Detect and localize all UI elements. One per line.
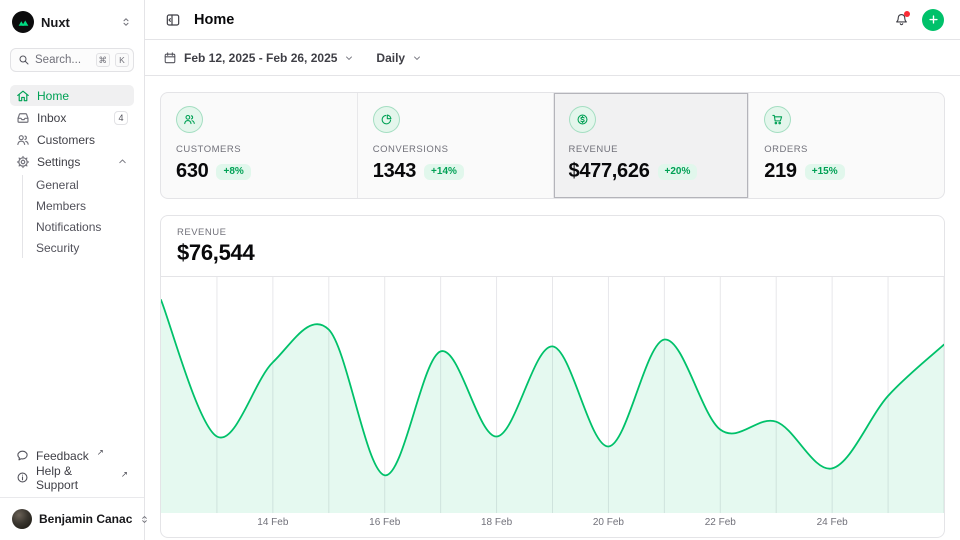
stat-card-conversions[interactable]: CONVERSIONS 1343 +14%	[357, 93, 553, 198]
workspace-name: Nuxt	[41, 15, 113, 30]
sidebar-item-label: Customers	[37, 133, 128, 147]
user-avatar	[12, 509, 32, 529]
inbox-icon	[16, 111, 30, 125]
main-panel: Home	[145, 0, 960, 540]
stat-value: 1343	[373, 160, 416, 183]
add-button[interactable]	[922, 9, 944, 31]
external-link-icon: ↗	[97, 447, 104, 458]
sidebar-item-label: Inbox	[37, 111, 107, 125]
chat-bubble-icon	[16, 449, 29, 462]
sidebar-footer: Feedback ↗ Help & Support ↗ Benjamin Can…	[10, 445, 134, 532]
help-support-link[interactable]: Help & Support ↗	[10, 467, 134, 488]
chart-x-axis: 14 Feb 16 Feb 18 Feb 20 Feb 22 Feb 24 Feb	[161, 513, 944, 534]
sidebar-nav: Home Inbox 4 C	[10, 85, 134, 260]
top-header: Home	[145, 0, 960, 40]
sidebar-item-notifications[interactable]: Notifications	[36, 217, 134, 237]
sidebar-item-label: Settings	[37, 155, 110, 169]
content-area: CUSTOMERS 630 +8% CONVERSIONS	[145, 76, 960, 540]
x-axis-tick-label: 14 Feb	[257, 517, 288, 528]
date-range-picker[interactable]: Feb 12, 2025 - Feb 26, 2025	[161, 47, 356, 69]
sidebar-item-inbox[interactable]: Inbox 4	[10, 107, 134, 128]
workspace-switcher[interactable]: Nuxt	[10, 8, 134, 36]
revenue-area-chart	[161, 277, 944, 513]
stats-row: CUSTOMERS 630 +8% CONVERSIONS	[160, 92, 945, 199]
inbox-count-badge: 4	[114, 111, 128, 125]
notification-dot	[904, 11, 910, 17]
users-icon	[176, 106, 203, 133]
x-axis-tick-label: 16 Feb	[369, 517, 400, 528]
sidebar-item-label: Home	[37, 89, 128, 103]
stat-delta-badge: +20%	[658, 164, 698, 180]
user-name: Benjamin Canac	[39, 512, 132, 526]
sidebar-item-home[interactable]: Home	[10, 85, 134, 106]
home-icon	[16, 89, 30, 103]
stat-value: $477,626	[569, 160, 650, 183]
search-placeholder: Search...	[35, 54, 91, 66]
chart-pie-icon	[373, 106, 400, 133]
collapse-sidebar-button[interactable]	[161, 8, 185, 32]
chevron-down-icon	[344, 53, 354, 63]
stat-delta-badge: +15%	[805, 164, 845, 180]
kbd-meta: ⌘	[96, 53, 111, 67]
stat-card-orders[interactable]: ORDERS 219 +15%	[748, 93, 944, 198]
page-title: Home	[194, 12, 880, 28]
stat-card-revenue[interactable]: REVENUE $477,626 +20%	[553, 93, 749, 198]
stat-label: ORDERS	[764, 144, 929, 155]
x-axis-tick-label: 20 Feb	[593, 517, 624, 528]
x-axis-tick-label: 24 Feb	[817, 517, 848, 528]
stat-label: CONVERSIONS	[373, 144, 538, 155]
filter-toolbar: Feb 12, 2025 - Feb 26, 2025 Daily	[145, 40, 960, 76]
stat-value: 219	[764, 160, 796, 183]
gear-icon	[16, 155, 30, 169]
sidebar-item-general[interactable]: General	[36, 175, 134, 195]
chart-metric-value: $76,544	[177, 240, 928, 266]
app-window: Nuxt Search... ⌘ K	[0, 0, 960, 540]
chevron-up-icon	[117, 156, 128, 167]
kbd-k: K	[115, 53, 129, 67]
chart-header: REVENUE $76,544	[161, 216, 944, 276]
shopping-cart-icon	[764, 106, 791, 133]
revenue-chart-card: REVENUE $76,544 14 Feb 16 Feb 18 Feb 20 Feb…	[160, 215, 945, 538]
settings-submenu: General Members Notifications Security	[22, 175, 134, 258]
stat-card-customers[interactable]: CUSTOMERS 630 +8%	[161, 93, 357, 198]
user-menu[interactable]: Benjamin Canac	[10, 506, 134, 532]
help-support-label: Help & Support	[36, 464, 113, 492]
chart-metric-label: REVENUE	[177, 227, 928, 238]
chevron-down-icon	[412, 53, 422, 63]
period-select[interactable]: Daily	[374, 47, 424, 69]
stat-label: REVENUE	[569, 144, 734, 155]
sidebar-divider	[0, 497, 144, 498]
users-icon	[16, 133, 30, 147]
sidebar: Nuxt Search... ⌘ K	[0, 0, 145, 540]
sidebar-item-security[interactable]: Security	[36, 238, 134, 258]
currency-dollar-icon	[569, 106, 596, 133]
chevron-up-down-icon	[120, 16, 132, 28]
stat-value: 630	[176, 160, 208, 183]
search-input[interactable]: Search... ⌘ K	[10, 48, 134, 72]
info-circle-icon	[16, 471, 29, 484]
x-axis-tick-label: 18 Feb	[481, 517, 512, 528]
chart-plot-area[interactable]	[161, 276, 944, 513]
sidebar-item-settings[interactable]: Settings	[10, 151, 134, 172]
search-icon	[18, 54, 30, 66]
nuxt-logo-icon	[12, 11, 34, 33]
period-value: Daily	[376, 51, 405, 65]
calendar-icon	[163, 51, 177, 65]
stat-label: CUSTOMERS	[176, 144, 342, 155]
stat-delta-badge: +14%	[424, 164, 464, 180]
feedback-label: Feedback	[36, 449, 89, 463]
external-link-icon: ↗	[121, 469, 128, 480]
notifications-button[interactable]	[889, 8, 913, 32]
x-axis-tick-label: 22 Feb	[705, 517, 736, 528]
date-range-value: Feb 12, 2025 - Feb 26, 2025	[184, 51, 337, 65]
sidebar-item-members[interactable]: Members	[36, 196, 134, 216]
stat-delta-badge: +8%	[216, 164, 250, 180]
sidebar-item-customers[interactable]: Customers	[10, 129, 134, 150]
